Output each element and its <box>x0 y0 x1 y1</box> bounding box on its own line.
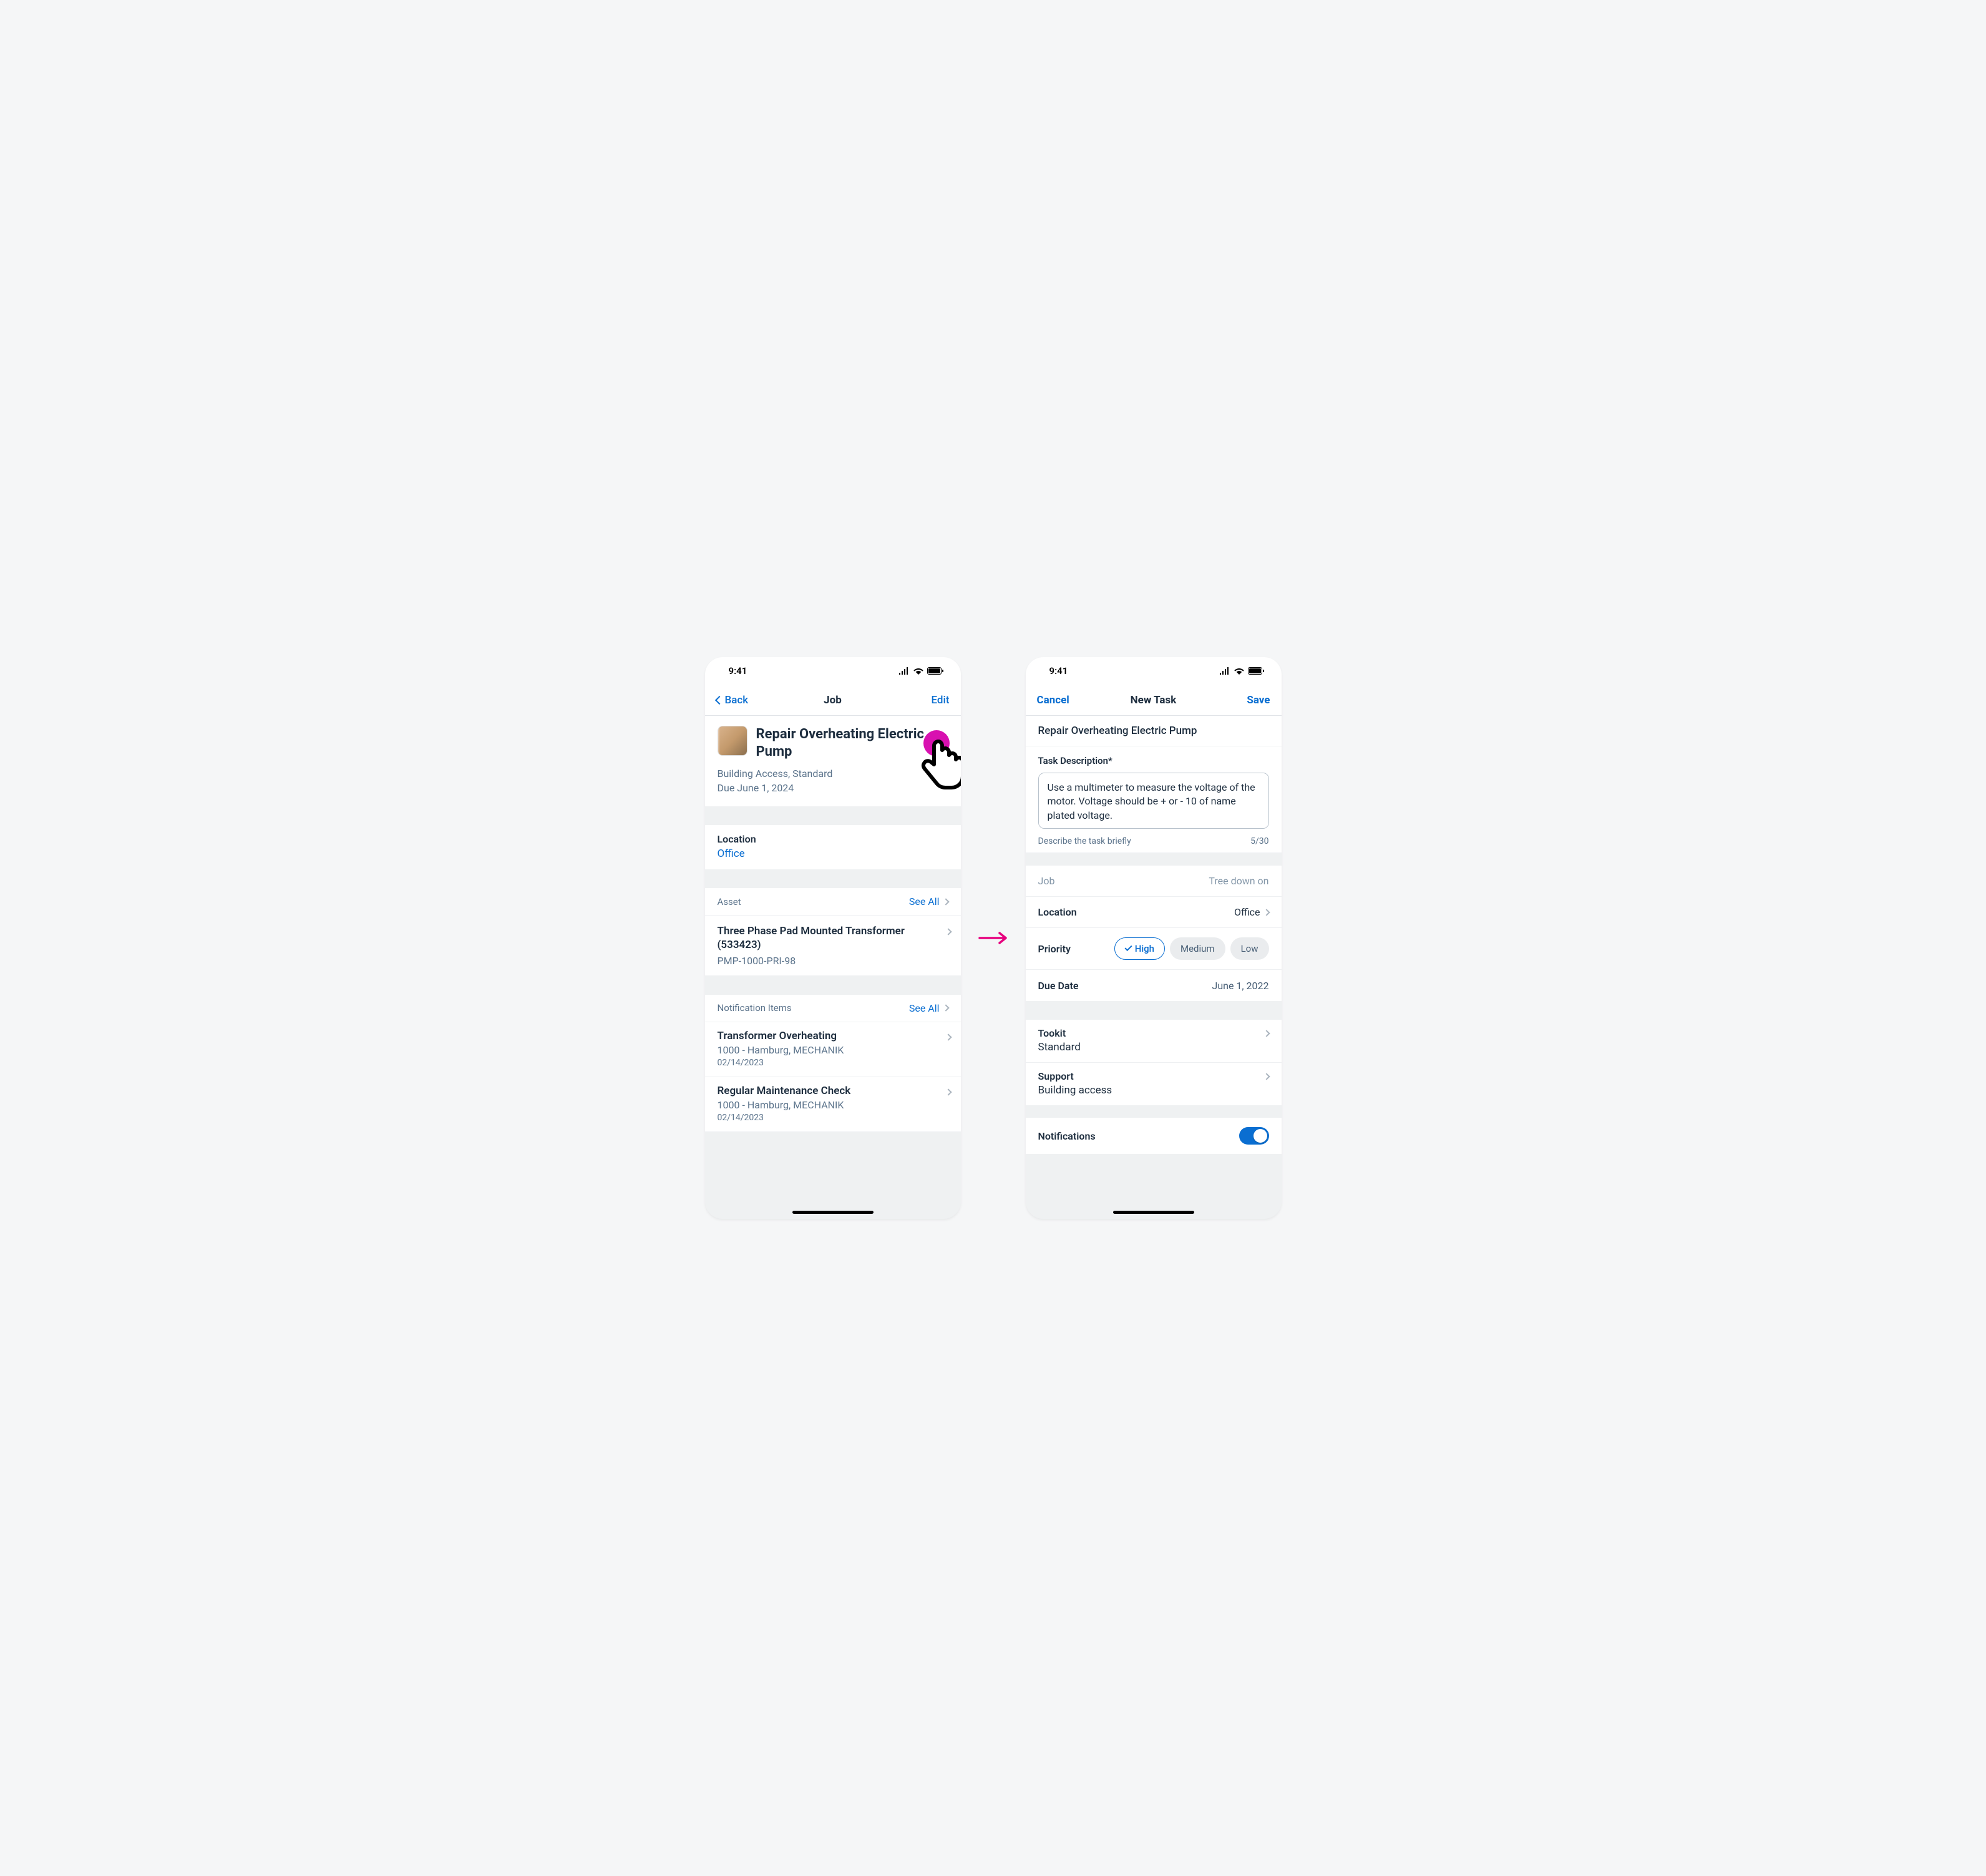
priority-medium-button[interactable]: Medium <box>1170 937 1225 960</box>
chevron-right-icon <box>942 898 949 905</box>
priority-segmented: High Medium Low <box>1114 937 1269 960</box>
notification-sub: 1000 - Hamburg, MECHANIK <box>718 1099 851 1111</box>
status-bar: 9:41 <box>705 657 961 685</box>
notifications-toggle[interactable] <box>1239 1127 1269 1145</box>
task-title: Repair Overheating Electric Pump <box>1026 716 1282 746</box>
job-header: Repair Overheating Electric Pump Buildin… <box>705 716 961 806</box>
location-row[interactable]: Location Office <box>1026 897 1282 928</box>
chevron-left-icon <box>714 695 723 704</box>
priority-label: Priority <box>1038 943 1071 955</box>
status-icons <box>1219 667 1264 675</box>
job-title: Repair Overheating Electric Pump <box>756 726 948 760</box>
notification-title: Transformer Overheating <box>718 1030 844 1042</box>
notification-title: Regular Maintenance Check <box>718 1085 851 1097</box>
job-value: Tree down on <box>1209 875 1268 887</box>
phone-job-detail: 9:41 Back Job Edit Repair Overheating El… <box>705 657 961 1219</box>
asset-header-label: Asset <box>718 896 741 907</box>
priority-row: Priority High Medium Low <box>1026 928 1282 970</box>
support-row[interactable]: Support Building access <box>1026 1063 1282 1105</box>
nav-bar: Cancel New Task Save <box>1026 685 1282 716</box>
back-button[interactable]: Back <box>725 694 749 706</box>
toolkit-row[interactable]: Tookit Standard <box>1026 1020 1282 1063</box>
job-due: Due June 1, 2024 <box>718 781 948 795</box>
notifications-see-all[interactable]: See All <box>909 1002 940 1014</box>
notifications-row: Notifications <box>1026 1118 1282 1154</box>
chevron-right-icon <box>942 1004 949 1011</box>
job-label: Job <box>1038 875 1055 887</box>
toolkit-label: Tookit <box>1038 1027 1081 1039</box>
task-description-block: Task Description* Describe the task brie… <box>1026 746 1282 853</box>
asset-see-all[interactable]: See All <box>909 896 940 907</box>
asset-row[interactable]: Three Phase Pad Mounted Transformer (533… <box>705 916 961 975</box>
status-icons <box>898 667 943 675</box>
notifications-label: Notifications <box>1038 1130 1096 1142</box>
status-time: 9:41 <box>729 665 747 677</box>
priority-high-button[interactable]: High <box>1114 937 1165 960</box>
chevron-right-icon <box>945 1088 952 1095</box>
job-row[interactable]: Job Tree down on <box>1026 866 1282 897</box>
toolkit-value: Standard <box>1038 1041 1081 1053</box>
location-block[interactable]: Location Office <box>705 825 961 869</box>
task-description-label: Task Description* <box>1038 755 1269 766</box>
job-tags: Building Access, Standard <box>718 766 948 781</box>
asset-name: Three Phase Pad Mounted Transformer (533… <box>718 924 942 952</box>
location-label: Location <box>1038 906 1077 918</box>
due-date-value: June 1, 2022 <box>1212 980 1268 992</box>
notification-sub: 1000 - Hamburg, MECHANIK <box>718 1044 844 1056</box>
job-thumbnail-icon <box>718 726 747 756</box>
task-description-counter: 5/30 <box>1250 836 1268 846</box>
notification-item[interactable]: Transformer Overheating 1000 - Hamburg, … <box>705 1022 961 1077</box>
transition-arrow-icon <box>978 931 1008 945</box>
nav-title: New Task <box>1131 694 1177 706</box>
home-indicator <box>1113 1211 1194 1214</box>
chevron-right-icon <box>945 929 952 936</box>
support-value: Building access <box>1038 1084 1112 1097</box>
priority-low-button[interactable]: Low <box>1230 937 1269 960</box>
location-value[interactable]: Office <box>718 848 948 860</box>
notifications-header-label: Notification Items <box>718 1002 792 1014</box>
phone-new-task: 9:41 Cancel New Task Save Repair Overhea… <box>1026 657 1282 1219</box>
cancel-button[interactable]: Cancel <box>1037 694 1069 706</box>
nav-bar: Back Job Edit <box>705 685 961 716</box>
status-time: 9:41 <box>1049 665 1068 677</box>
save-button[interactable]: Save <box>1247 694 1270 706</box>
chevron-right-icon <box>1263 1030 1270 1037</box>
chevron-right-icon <box>1263 909 1270 916</box>
notification-date: 02/14/2023 <box>718 1113 851 1123</box>
edit-button[interactable]: Edit <box>931 694 949 706</box>
asset-code: PMP-1000-PRI-98 <box>718 955 942 967</box>
notification-item[interactable]: Regular Maintenance Check 1000 - Hamburg… <box>705 1077 961 1132</box>
chevron-right-icon <box>945 1033 952 1040</box>
task-description-helper: Describe the task briefly <box>1038 836 1131 846</box>
nav-title: Job <box>824 694 842 706</box>
chevron-right-icon <box>1263 1073 1270 1080</box>
status-bar: 9:41 <box>1026 657 1282 685</box>
task-description-input[interactable] <box>1038 773 1269 829</box>
notifications-section-header: Notification Items See All <box>705 995 961 1022</box>
check-icon <box>1124 944 1132 951</box>
due-date-row[interactable]: Due Date June 1, 2022 <box>1026 970 1282 1001</box>
home-indicator <box>792 1211 874 1214</box>
due-date-label: Due Date <box>1038 980 1079 992</box>
location-value: Office <box>1234 906 1260 918</box>
notification-date: 02/14/2023 <box>718 1058 844 1068</box>
support-label: Support <box>1038 1070 1112 1082</box>
asset-section-header: Asset See All <box>705 888 961 916</box>
location-label: Location <box>718 833 948 845</box>
